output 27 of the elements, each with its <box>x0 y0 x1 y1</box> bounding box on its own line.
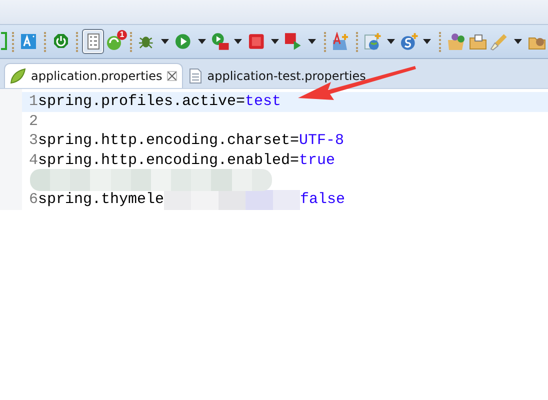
caret-icon <box>308 39 316 44</box>
line-number: 4 <box>28 150 38 170</box>
property-key: spring.profiles.active= <box>38 92 246 112</box>
toolbar-button[interactable]: 1 <box>104 29 126 54</box>
editor-tab[interactable]: application.properties <box>4 63 184 88</box>
property-key: spring.http.encoding.enabled= <box>38 150 300 170</box>
file-icon <box>189 68 202 84</box>
line-number: 2 <box>28 112 38 132</box>
line-number: 1 <box>28 92 38 112</box>
line-number: 3 <box>28 131 38 151</box>
property-value: UTF-8 <box>299 131 344 151</box>
property-value: true <box>299 150 336 170</box>
caret-icon <box>198 39 206 44</box>
leaf-icon <box>10 68 26 84</box>
caret-icon <box>423 39 432 44</box>
property-value: false <box>300 190 346 210</box>
caret-icon <box>271 39 279 44</box>
line-number: 6 <box>28 190 38 210</box>
caret-icon <box>386 39 394 44</box>
property-value: test <box>245 92 282 112</box>
close-icon[interactable] <box>167 71 178 81</box>
caret-icon <box>160 39 169 44</box>
caret-icon <box>514 39 522 44</box>
caret-icon <box>234 39 242 44</box>
property-key: spring.thymele <box>38 190 164 210</box>
property-key: spring.http.encoding.charset= <box>38 131 300 151</box>
notification-count: 1 <box>117 30 127 40</box>
